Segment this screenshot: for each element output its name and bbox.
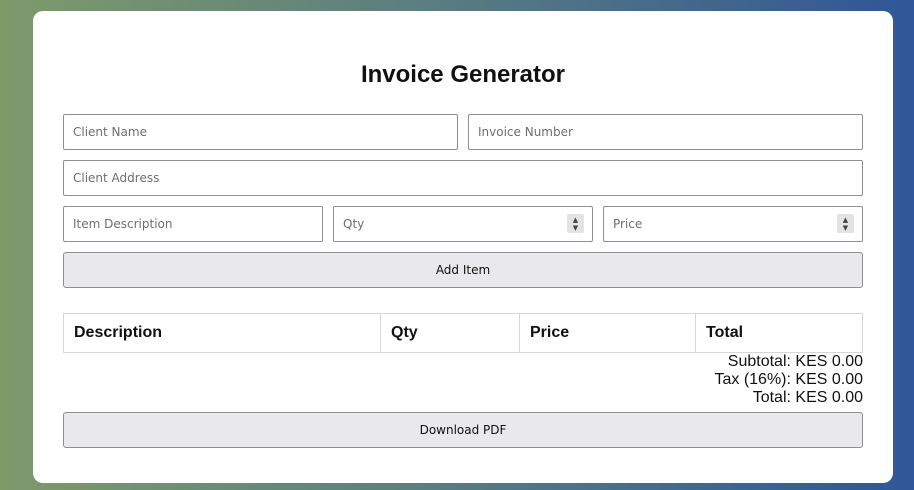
- page-title: Invoice Generator: [360, 61, 566, 88]
- price-field-wrapper: ▲ ▼: [603, 206, 863, 242]
- column-header-price: Price: [519, 313, 696, 353]
- qty-field-wrapper: ▲ ▼: [333, 206, 593, 242]
- invoice-summary: Subtotal: KES 0.00 Tax (16%): KES 0.00 T…: [714, 353, 863, 407]
- total-text: Total: KES 0.00: [752, 389, 863, 406]
- chevron-up-icon[interactable]: ▲: [843, 216, 848, 224]
- client-address-input[interactable]: [63, 160, 863, 196]
- price-spinner-icon[interactable]: ▲ ▼: [837, 214, 854, 233]
- client-name-input[interactable]: [63, 114, 458, 150]
- chevron-up-icon[interactable]: ▲: [573, 216, 578, 224]
- price-input[interactable]: [603, 206, 863, 242]
- column-header-description: Description: [63, 313, 381, 353]
- table-header-row: Description Qty Price Total: [63, 313, 863, 353]
- chevron-down-icon[interactable]: ▼: [573, 224, 578, 232]
- download-pdf-button[interactable]: Download PDF: [63, 412, 863, 448]
- column-header-qty: Qty: [380, 313, 520, 353]
- invoice-card: Invoice Generator ▲ ▼ ▲ ▼ Add Item Descr…: [33, 11, 893, 483]
- tax-text: Tax (16%): KES 0.00: [714, 371, 863, 388]
- qty-spinner-icon[interactable]: ▲ ▼: [567, 214, 584, 233]
- qty-input[interactable]: [333, 206, 593, 242]
- items-table: Description Qty Price Total: [63, 313, 863, 353]
- item-description-input[interactable]: [63, 206, 323, 242]
- column-header-total: Total: [695, 313, 863, 353]
- subtotal-text: Subtotal: KES 0.00: [727, 353, 863, 370]
- add-item-button[interactable]: Add Item: [63, 252, 863, 288]
- invoice-number-input[interactable]: [468, 114, 863, 150]
- chevron-down-icon[interactable]: ▼: [843, 224, 848, 232]
